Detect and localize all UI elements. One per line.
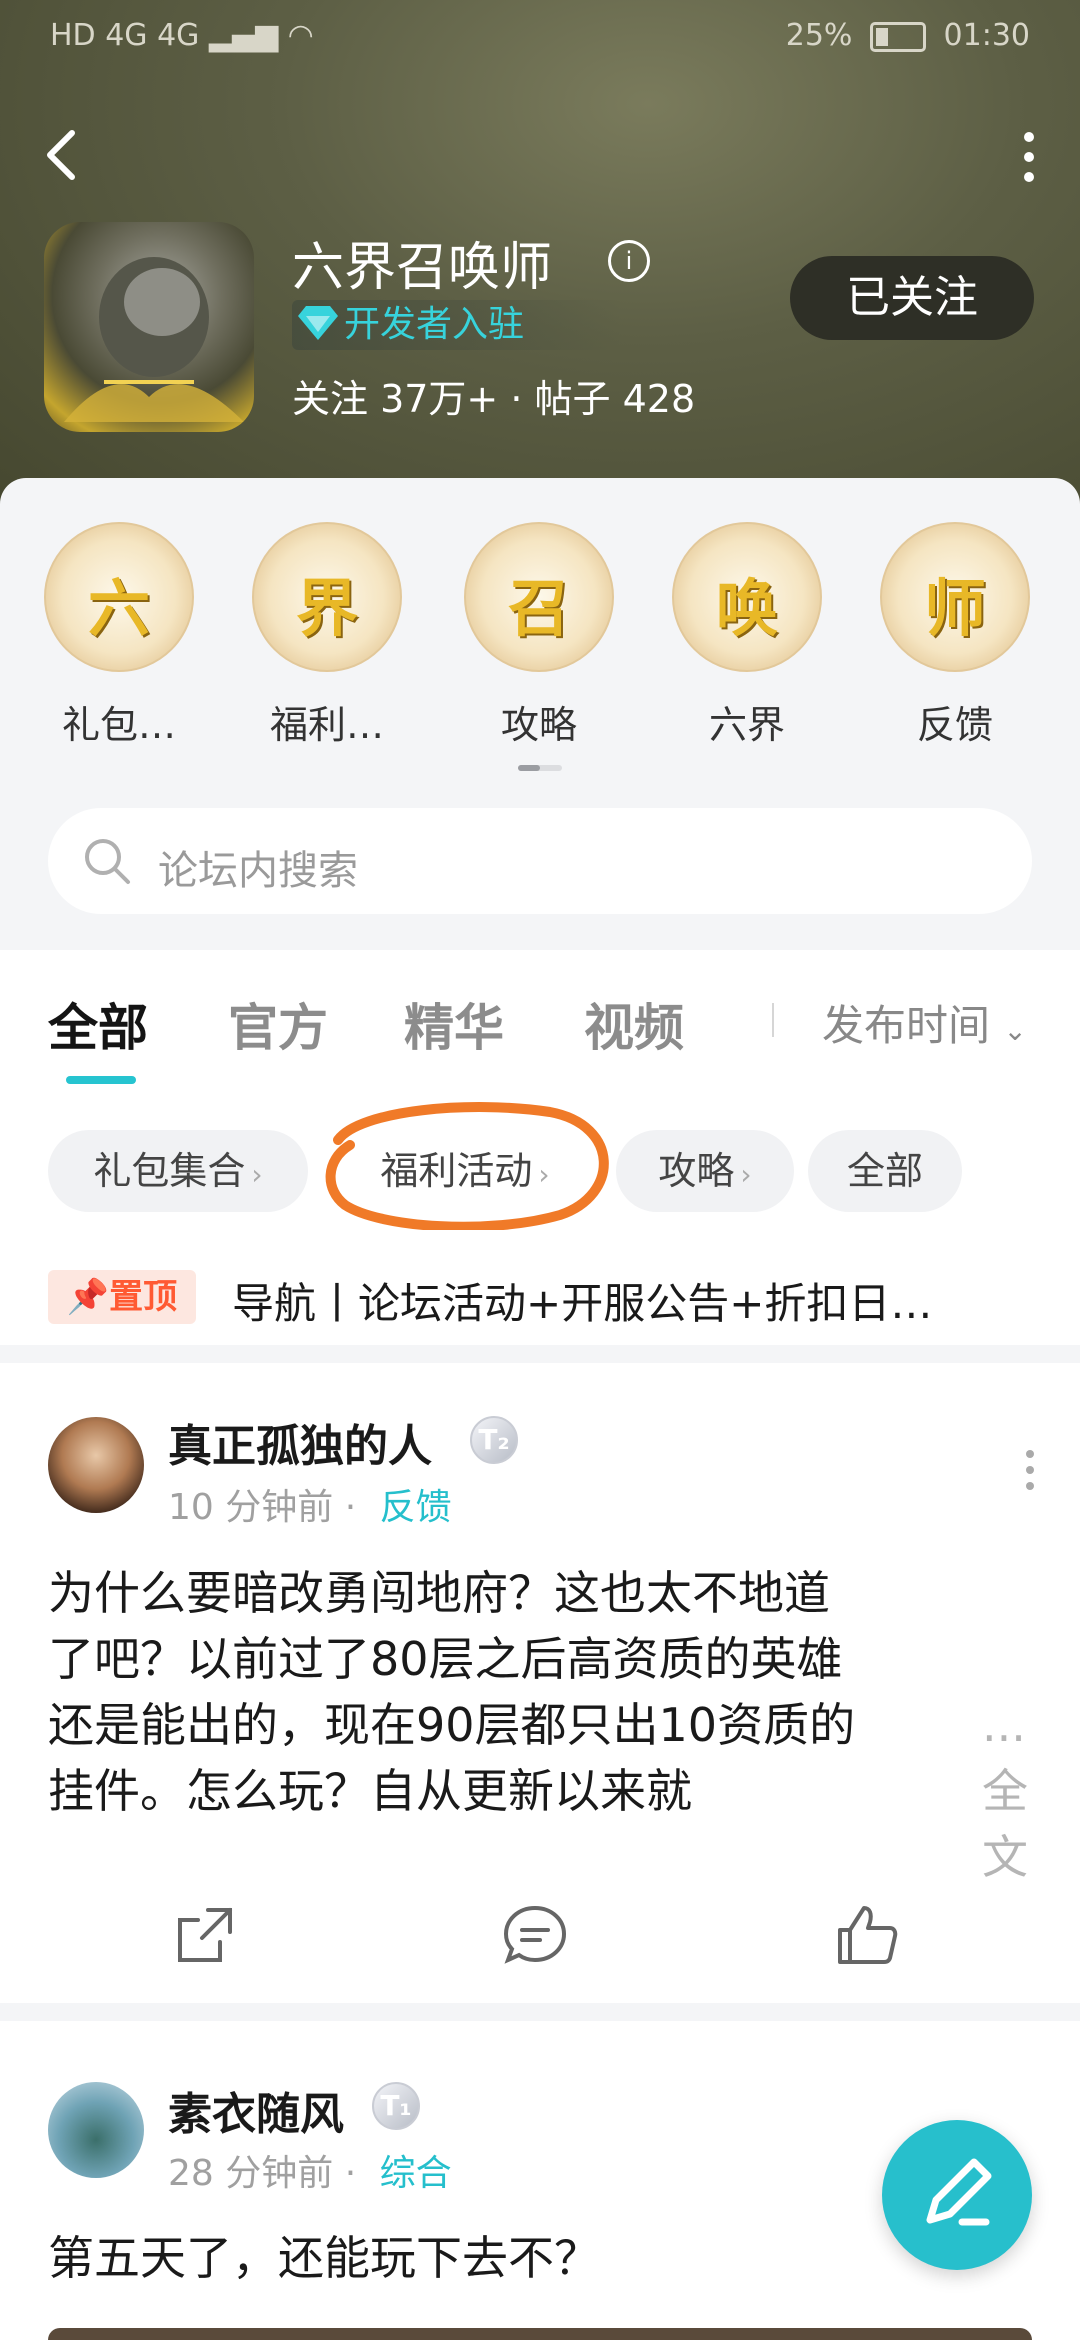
post-body[interactable]: 为什么要暗改勇闯地府？这也太不地道 了吧？以前过了80层之后高资质的英雄 还是能… (48, 1560, 1038, 1884)
category-emblem: 界 (252, 522, 402, 672)
tab-video[interactable]: 视频 (584, 988, 684, 1060)
tab-featured[interactable]: 精华 (404, 988, 504, 1060)
search-placeholder: 论坛内搜索 (158, 848, 358, 894)
category-emblem: 师 (880, 522, 1030, 672)
search-input[interactable]: 论坛内搜索 (48, 808, 1032, 914)
section-divider (0, 1345, 1080, 1363)
category-label: 六界 (708, 703, 785, 747)
section-divider (0, 2003, 1080, 2021)
level-badge: T₁ (372, 2082, 420, 2130)
follow-button[interactable]: 已关注 (790, 256, 1034, 340)
category-emblem: 六 (44, 522, 194, 672)
info-icon[interactable]: i (608, 240, 650, 282)
post-time: 28 分钟前 (168, 2153, 334, 2194)
battery-percent: 25% (785, 18, 853, 53)
chevron-right-icon: › (251, 1158, 263, 1191)
post-image-preview[interactable] (48, 2328, 1032, 2340)
category-emblem: 召 (464, 522, 614, 672)
category-item[interactable]: 召 攻略 (464, 522, 614, 749)
chip-gift-pack[interactable]: 礼包集合 › (48, 1130, 308, 1212)
post-tag[interactable]: 反馈 (380, 1487, 452, 1528)
developer-badge-label: 开发者入驻 (344, 304, 525, 345)
forum-app-icon (44, 222, 254, 432)
category-item[interactable]: 师 反馈 (880, 522, 1030, 749)
level-badge: T₂ (470, 1416, 518, 1464)
category-item[interactable]: 唤 六界 (672, 522, 822, 749)
signal-indicators: HD 4G 4G ▂▄▆ ◠ (50, 18, 314, 53)
search-icon (85, 839, 130, 884)
avatar[interactable] (48, 1417, 144, 1513)
post-tag[interactable]: 综合 (380, 2153, 452, 2194)
pinned-badge: 📌置顶 (48, 1270, 196, 1324)
pin-icon: 📌 (66, 1277, 110, 1317)
sort-dropdown[interactable]: 发布时间 ⌄ (822, 992, 1027, 1053)
back-arrow-icon[interactable] (42, 125, 82, 185)
post-username[interactable]: 真正孤独的人 (168, 1410, 432, 1474)
carousel-indicator (518, 765, 562, 771)
tab-divider (772, 1003, 774, 1037)
forum-stats: 关注 37万+ · 帖子 428 (292, 377, 696, 421)
comment-icon[interactable] (500, 1900, 570, 1970)
diamond-icon (298, 306, 338, 340)
category-label: 攻略 (500, 703, 577, 747)
hand-drawn-circle-annotation (325, 1102, 609, 1230)
active-tab-indicator (66, 1076, 136, 1084)
clock: 01:30 (943, 18, 1030, 53)
chip-all[interactable]: 全部 (808, 1130, 962, 1212)
forum-title: 六界召唤师 (292, 238, 553, 298)
post-more-icon[interactable] (1026, 1450, 1036, 1498)
tab-all[interactable]: 全部 (48, 988, 148, 1060)
share-icon[interactable] (170, 1900, 240, 1970)
category-emblem: 唤 (672, 522, 822, 672)
category-label: 福利… (269, 703, 384, 747)
battery-time: 25% 01:30 (786, 18, 1030, 53)
avatar[interactable] (48, 2082, 144, 2178)
read-more-link[interactable]: ... 全文 (982, 1692, 1028, 1884)
pinned-post-title[interactable]: 导航丨论坛活动+开服公告+折扣日… (232, 1270, 932, 1331)
post-username[interactable]: 素衣随风 (168, 2078, 344, 2142)
pencil-icon (926, 2158, 992, 2226)
category-item[interactable]: 界 福利… (252, 522, 402, 749)
post-meta: 10 分钟前 · 反馈 (168, 1487, 452, 1528)
category-label: 礼包… (61, 703, 176, 747)
chevron-right-icon: › (740, 1158, 752, 1191)
chevron-down-icon: ⌄ (1003, 1014, 1027, 1047)
chip-guide[interactable]: 攻略 › (616, 1130, 794, 1212)
compose-post-button[interactable] (882, 2120, 1032, 2270)
sort-label: 发布时间 (822, 1001, 991, 1050)
post-meta: 28 分钟前 · 综合 (168, 2153, 452, 2194)
category-label: 反馈 (916, 703, 993, 747)
more-options-icon[interactable] (1024, 132, 1036, 182)
post-time: 10 分钟前 (168, 1487, 334, 1528)
status-bar: HD 4G 4G ▂▄▆ ◠ 25% 01:30 (50, 18, 1030, 58)
like-thumb-icon[interactable] (832, 1900, 902, 1970)
battery-icon (869, 21, 926, 52)
category-item[interactable]: 六 礼包… (44, 522, 194, 749)
developer-badge[interactable]: 开发者入驻 (292, 300, 622, 350)
tab-official[interactable]: 官方 (228, 988, 328, 1060)
forum-header: HD 4G 4G ▂▄▆ ◠ 25% 01:30 六界召唤师 i 开发者入驻 关… (0, 0, 1080, 520)
